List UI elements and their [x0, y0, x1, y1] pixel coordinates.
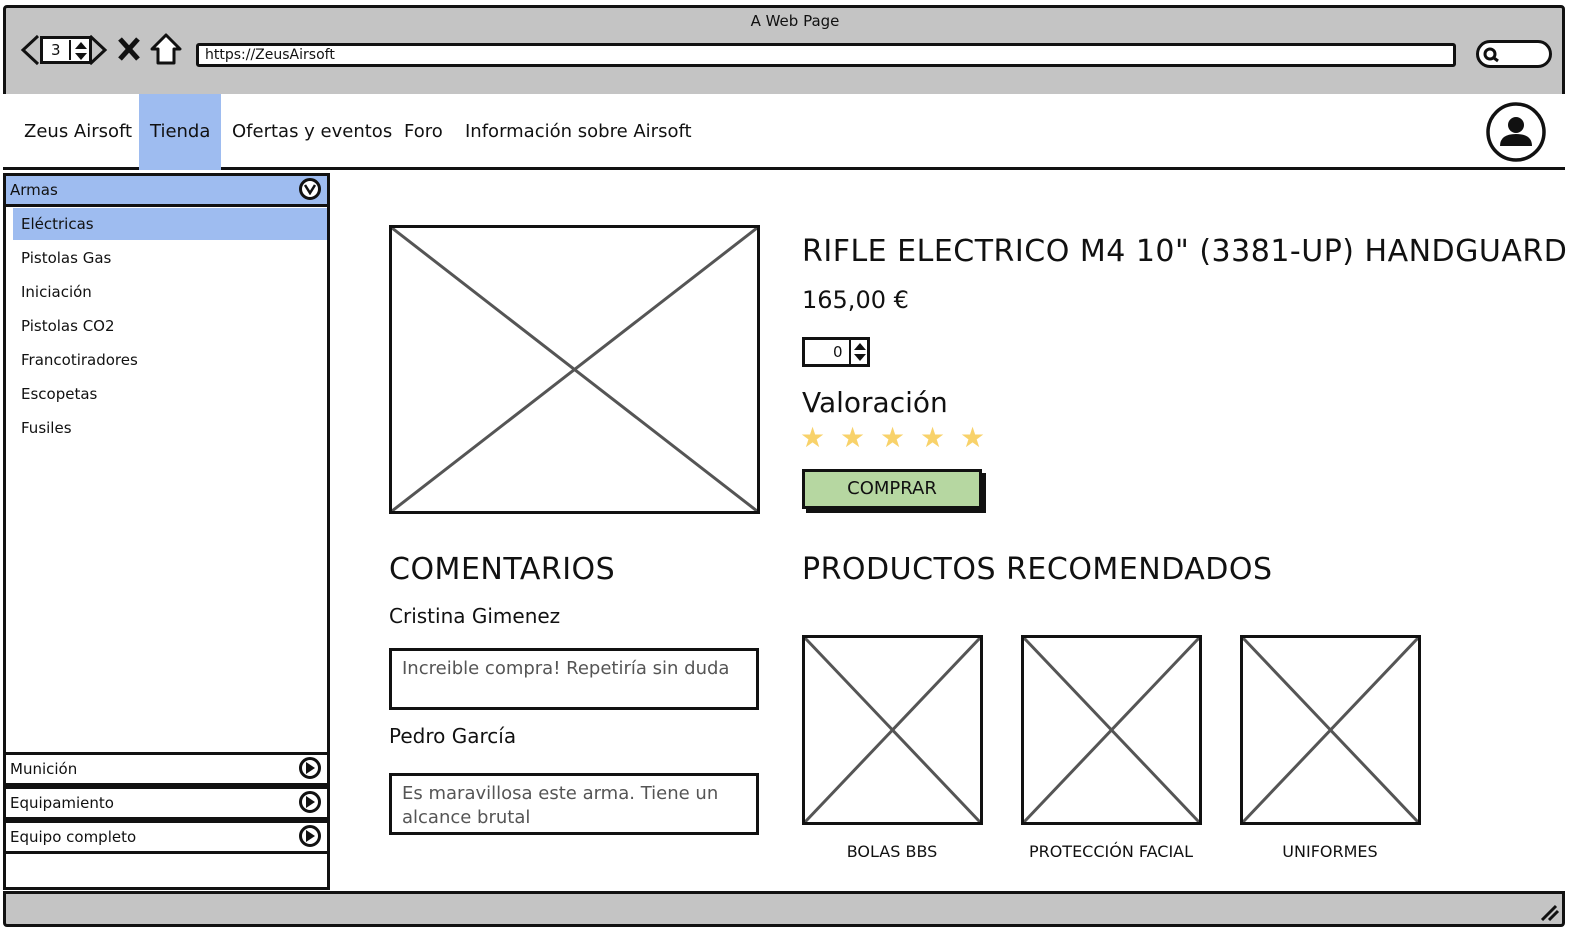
chevron-right-icon [299, 825, 321, 847]
star-icon[interactable]: ★ [880, 421, 905, 454]
sidebar-item-francotiradores[interactable]: Francotiradores [13, 344, 327, 376]
product-price: 165,00 € [802, 286, 909, 314]
counter-divider [69, 40, 71, 60]
sidebar-item-electricas[interactable]: Eléctricas [13, 208, 327, 240]
recommended-label[interactable]: BOLAS BBS [802, 842, 982, 861]
forward-icon[interactable] [86, 34, 108, 70]
browser-search-field[interactable] [1476, 40, 1552, 68]
chevron-right-icon [299, 757, 321, 779]
accordion-label: Munición [10, 760, 78, 778]
sidebar-item-escopetas[interactable]: Escopetas [13, 378, 327, 410]
nav-item-ofertas[interactable]: Ofertas y eventos [221, 94, 403, 170]
accordion-label: Equipo completo [10, 828, 137, 846]
window-title: A Web Page [750, 12, 840, 30]
quantity-stepper[interactable]: 0 [802, 337, 870, 367]
recommended-label[interactable]: PROTECCIÓN FACIAL [1021, 842, 1201, 861]
chevron-down-icon [299, 178, 321, 200]
search-icon [1483, 47, 1499, 63]
tab-count: 3 [51, 41, 61, 59]
accordion-equipo-completo[interactable]: Equipo completo [3, 820, 330, 854]
quantity-value: 0 [833, 343, 843, 361]
user-avatar-icon[interactable] [1485, 101, 1547, 167]
comment-author: Cristina Gimenez [389, 604, 561, 628]
star-icon[interactable]: ★ [960, 421, 985, 454]
close-icon[interactable] [117, 36, 141, 66]
accordion-label: Equipamiento [10, 794, 114, 812]
recommended-title: PRODUCTOS RECOMENDADOS [802, 552, 1273, 587]
home-icon[interactable] [150, 32, 182, 70]
resize-grip-icon[interactable] [1538, 902, 1560, 926]
recommended-image[interactable] [802, 635, 983, 825]
accordion-municion[interactable]: Munición [3, 752, 330, 786]
nav-item-foro[interactable]: Foro [393, 94, 454, 170]
product-image [389, 225, 760, 514]
back-icon[interactable] [20, 34, 42, 70]
sidebar-item-pistolas-gas[interactable]: Pistolas Gas [13, 242, 327, 274]
comment-text: Es maravillosa este arma. Tiene un alcan… [389, 773, 759, 835]
product-title: RIFLE ELECTRICO M4 10" (3381-UP) HANDGUA… [802, 234, 1568, 269]
recommended-label[interactable]: UNIFORMES [1240, 842, 1420, 861]
recommended-image[interactable] [1021, 635, 1202, 825]
comment-author: Pedro García [389, 724, 517, 748]
accordion-equipamiento[interactable]: Equipamiento [3, 786, 330, 820]
sidebar-item-pistolas-co2[interactable]: Pistolas CO2 [13, 310, 327, 342]
stepper-divider [849, 340, 851, 364]
rating-title: Valoración [802, 386, 948, 419]
accordion-label: Armas [10, 181, 58, 199]
stepper-arrows-icon[interactable] [852, 341, 868, 363]
nav-item-tienda[interactable]: Tienda [139, 94, 221, 170]
sidebar-item-iniciacion[interactable]: Iniciación [13, 276, 327, 308]
nav-item-info[interactable]: Información sobre Airsoft [454, 94, 703, 170]
url-input[interactable]: https://ZeusAirsoft [196, 43, 1456, 67]
star-icon[interactable]: ★ [920, 421, 945, 454]
star-icon[interactable]: ★ [800, 421, 825, 454]
recommended-image[interactable] [1240, 635, 1421, 825]
chevron-right-icon [299, 791, 321, 813]
accordion-armas[interactable]: Armas [3, 173, 330, 207]
buy-button[interactable]: COMPRAR [802, 469, 982, 509]
nav-item-home[interactable]: Zeus Airsoft [13, 94, 143, 170]
comments-title: COMENTARIOS [389, 552, 616, 587]
tab-counter[interactable]: 3 [40, 36, 92, 64]
star-icon[interactable]: ★ [840, 421, 865, 454]
comment-text: Increible compra! Repetiría sin duda [389, 648, 759, 710]
sidebar-item-fusiles[interactable]: Fusiles [13, 412, 327, 444]
